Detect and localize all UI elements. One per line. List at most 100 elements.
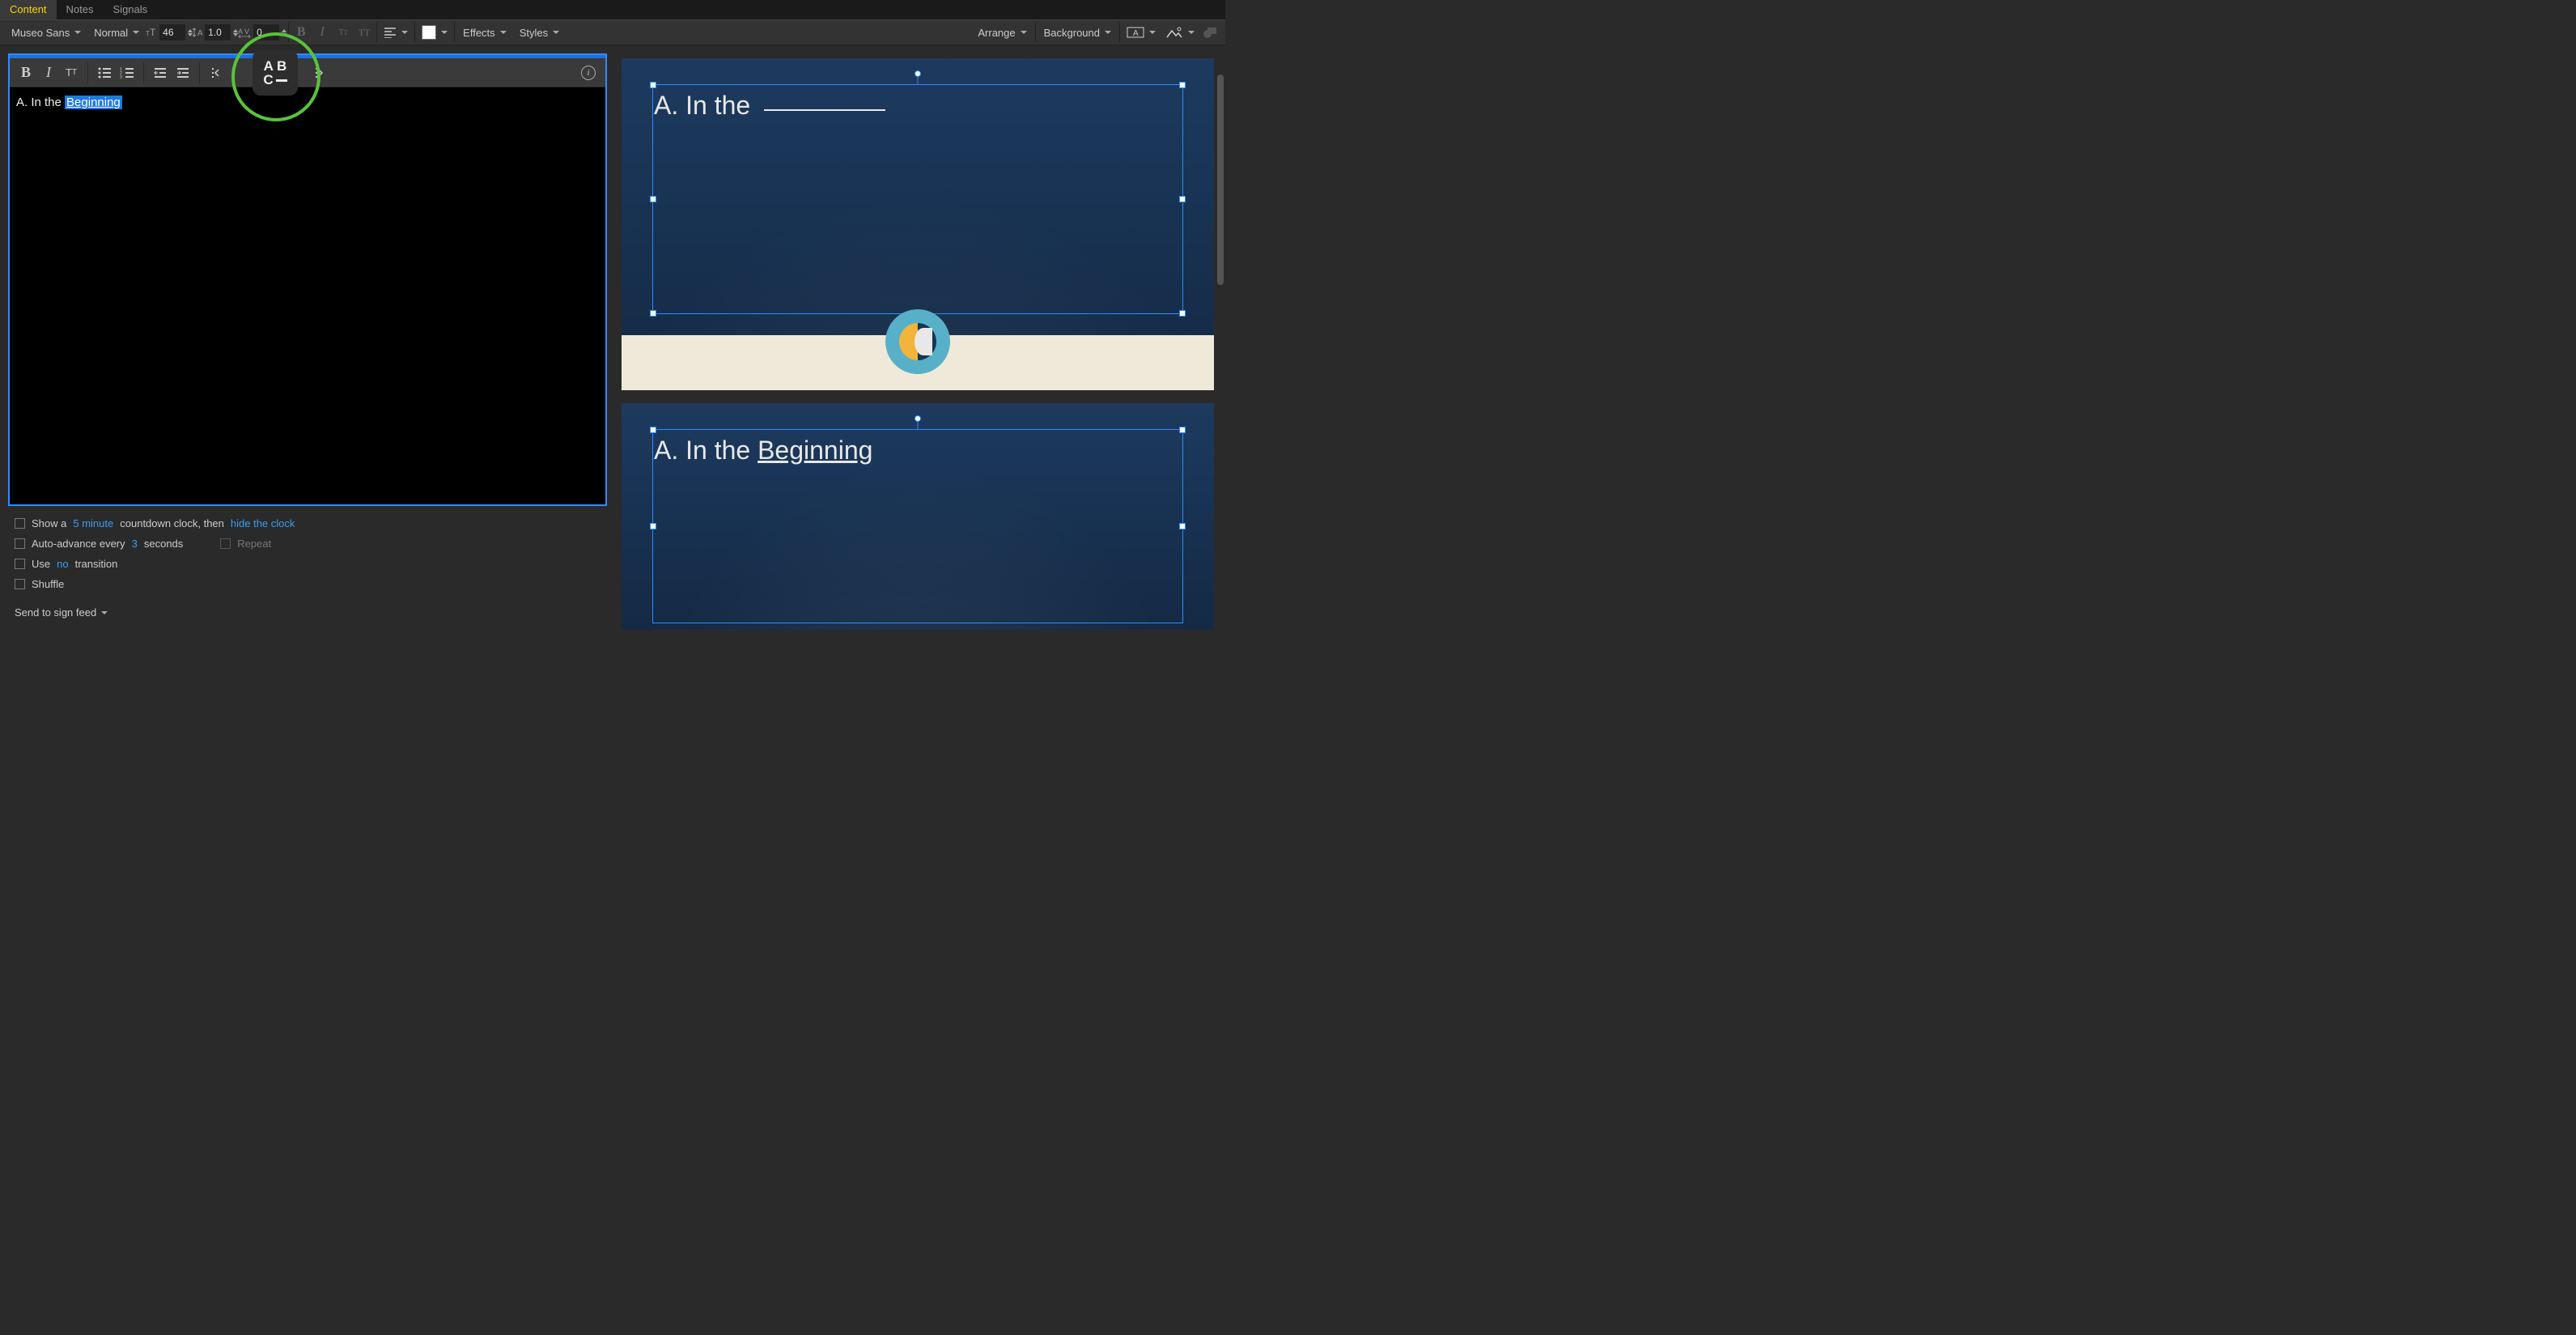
font-weight-dropdown[interactable]: Normal <box>87 23 146 42</box>
resize-handle-w[interactable] <box>650 523 656 529</box>
text-selection-frame[interactable] <box>652 84 1183 314</box>
preview-slide-1[interactable]: A. In the <box>622 58 1214 390</box>
italic-button[interactable]: I <box>312 22 333 43</box>
align-dropdown[interactable] <box>379 23 413 41</box>
background-dropdown[interactable]: Background <box>1038 23 1118 42</box>
bullet-list-button[interactable] <box>93 62 116 84</box>
transition-type-link[interactable]: no <box>57 558 68 570</box>
effects-dropdown[interactable]: Effects <box>456 23 513 42</box>
numbered-list-button[interactable]: 123 <box>116 62 138 84</box>
tab-signals[interactable]: Signals <box>104 0 158 19</box>
insert-shape-button[interactable] <box>1199 22 1220 43</box>
resize-handle-sw[interactable] <box>650 310 656 317</box>
outdent-button[interactable] <box>149 62 172 84</box>
moon-icon <box>899 323 936 360</box>
editor-text-prefix: A. In the <box>16 96 65 109</box>
chevron-down-icon <box>1188 31 1195 34</box>
svg-text:A V: A V <box>238 28 249 36</box>
opt-seconds: seconds <box>144 538 183 550</box>
chevron-down-icon <box>74 31 81 34</box>
preview-pane: A. In the A. In the B <box>615 45 1225 635</box>
resize-handle-e[interactable] <box>1179 196 1186 202</box>
format-toolbar: Museo Sans Normal TT A A V B I TT TT <box>0 19 1225 45</box>
moon-badge <box>885 309 950 374</box>
svg-text:3: 3 <box>120 75 122 79</box>
repeat-checkbox[interactable] <box>220 538 231 549</box>
insert-textbox-dropdown[interactable]: A <box>1122 23 1161 42</box>
transition-checkbox[interactable] <box>15 559 25 569</box>
all-caps-button[interactable]: TT <box>354 22 375 43</box>
chevron-down-icon <box>1021 31 1027 34</box>
italic-button[interactable]: I <box>37 62 60 84</box>
autoadvance-checkbox[interactable] <box>15 538 25 549</box>
opt-transition: transition <box>75 558 118 570</box>
effects-label: Effects <box>463 27 495 39</box>
opt-use: Use <box>32 558 50 570</box>
fill-in-blank-button[interactable]: A B C <box>253 50 298 96</box>
chevron-down-icon <box>441 31 448 34</box>
image-icon <box>1165 26 1183 39</box>
abc-bottom: C <box>263 72 273 87</box>
text-editor: B I TT 123 <box>8 53 607 506</box>
send-to-sign-feed-dropdown[interactable]: Send to sign feed <box>15 603 601 622</box>
font-family-dropdown[interactable]: Museo Sans <box>5 23 87 42</box>
chevron-down-icon <box>500 31 507 34</box>
rotate-handle[interactable] <box>915 415 921 422</box>
font-family-label: Museo Sans <box>11 27 70 39</box>
font-size-field: TT <box>146 24 193 40</box>
font-weight-label: Normal <box>94 27 128 39</box>
editor-content[interactable]: A. In the Beginning <box>10 87 605 504</box>
tab-content[interactable]: Content <box>0 0 57 19</box>
opt-countdown-then: countdown clock, then <box>120 517 224 529</box>
text-selection-frame[interactable] <box>652 429 1183 623</box>
resize-handle-ne[interactable] <box>1179 427 1186 433</box>
textbox-icon: A <box>1127 26 1144 39</box>
resize-handle-nw[interactable] <box>650 427 656 433</box>
editor-text-selection: Beginning <box>65 96 122 109</box>
styles-label: Styles <box>520 27 548 39</box>
chevron-down-icon <box>1105 31 1111 34</box>
chevron-down-icon <box>101 611 108 614</box>
svg-text:A: A <box>1133 29 1139 38</box>
font-size-input[interactable] <box>159 24 185 40</box>
resize-handle-e[interactable] <box>1179 523 1186 529</box>
bold-button[interactable]: B <box>15 62 37 84</box>
more-left-button[interactable] <box>205 62 227 84</box>
countdown-minutes-link[interactable]: 5 minute <box>73 517 113 529</box>
tracking-input[interactable] <box>253 24 279 40</box>
align-left-icon <box>384 27 397 38</box>
small-caps-button[interactable]: TT <box>333 22 354 43</box>
resize-handle-ne[interactable] <box>1179 82 1186 88</box>
countdown-action-link[interactable]: hide the clock <box>231 517 295 529</box>
font-size-icon: TT <box>146 27 157 38</box>
info-icon[interactable]: i <box>581 66 596 80</box>
chevron-down-icon <box>401 31 408 34</box>
preview-slide-2[interactable]: A. In the Beginning <box>622 403 1214 630</box>
arrange-dropdown[interactable]: Arrange <box>971 23 1033 42</box>
scrollbar[interactable] <box>1217 74 1224 285</box>
rotate-handle[interactable] <box>915 70 921 77</box>
more-right-button[interactable] <box>308 62 331 84</box>
tab-notes[interactable]: Notes <box>57 0 104 19</box>
resize-handle-se[interactable] <box>1179 310 1186 317</box>
line-height-input[interactable] <box>205 24 231 40</box>
autoadvance-seconds-link[interactable]: 3 <box>132 538 138 550</box>
resize-handle-w[interactable] <box>650 196 656 202</box>
resize-handle-nw[interactable] <box>650 82 656 88</box>
indent-button[interactable] <box>172 62 194 84</box>
insert-image-dropdown[interactable] <box>1161 23 1199 42</box>
case-button[interactable]: TT <box>60 62 83 84</box>
styles-dropdown[interactable]: Styles <box>513 23 566 42</box>
text-color-dropdown[interactable] <box>417 22 452 43</box>
countdown-checkbox[interactable] <box>15 518 25 529</box>
opt-repeat: Repeat <box>237 538 271 550</box>
background-label: Background <box>1044 27 1100 39</box>
tracking-field: A V <box>238 24 286 40</box>
svg-text:T: T <box>150 27 156 38</box>
tracking-spinner[interactable] <box>282 29 286 36</box>
top-tabs: Content Notes Signals <box>0 0 1225 19</box>
bold-button[interactable]: B <box>291 22 312 43</box>
shuffle-checkbox[interactable] <box>15 579 25 589</box>
blank-cursor-icon <box>276 79 287 82</box>
color-swatch <box>422 25 436 40</box>
